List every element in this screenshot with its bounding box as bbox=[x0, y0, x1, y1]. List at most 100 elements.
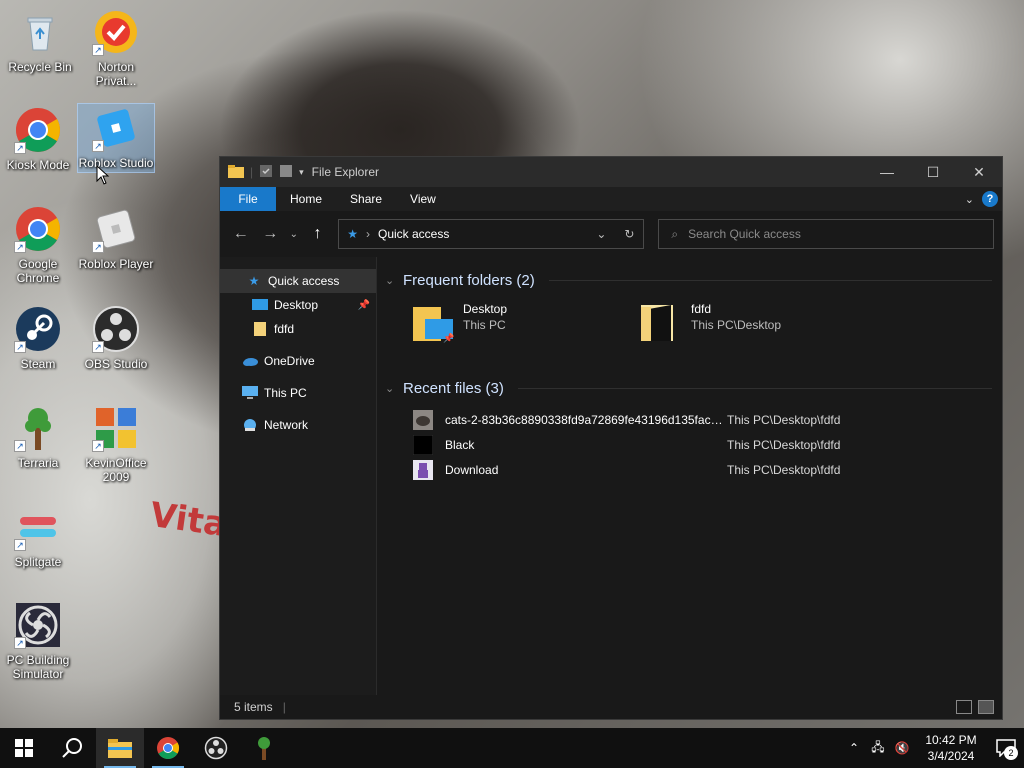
pin-icon: 📌 bbox=[357, 299, 370, 311]
recent-locations-icon[interactable]: ⌄ bbox=[287, 221, 301, 247]
fan-icon: ↗ bbox=[14, 601, 62, 649]
shortcut-arrow-icon: ↗ bbox=[14, 142, 26, 154]
shortcut-arrow-icon: ↗ bbox=[14, 440, 26, 452]
recent-files-header[interactable]: ⌄ Recent files (3) bbox=[385, 373, 1002, 403]
desktop-icon-label: Kiosk Mode bbox=[6, 158, 70, 172]
folder-icon bbox=[641, 301, 681, 345]
back-button[interactable]: ← bbox=[228, 221, 254, 247]
breadcrumb-quick-access[interactable]: Quick access bbox=[378, 227, 449, 241]
search-placeholder: Search Quick access bbox=[688, 227, 801, 241]
qat-dropdown-icon[interactable]: ▾ bbox=[299, 167, 304, 178]
group-title: Frequent folders (2) bbox=[403, 271, 535, 289]
desktop-icon-roblox-player[interactable]: ↗ Roblox Player bbox=[78, 205, 154, 271]
up-button[interactable]: ↑ bbox=[305, 221, 331, 247]
desktop-icon-recycle-bin[interactable]: Recycle Bin bbox=[2, 8, 78, 74]
nav-network[interactable]: Network bbox=[220, 413, 376, 437]
cat-image-thumbnail-icon bbox=[413, 409, 433, 430]
recent-file-row[interactable]: Download This PC\Desktop\fdfd bbox=[413, 457, 1002, 482]
nav-fdfd[interactable]: fdfd bbox=[220, 317, 376, 341]
roblox-player-icon: ↗ bbox=[92, 205, 140, 253]
taskbar-file-explorer[interactable] bbox=[96, 728, 144, 768]
notification-count-badge: 2 bbox=[1004, 746, 1018, 760]
recent-file-row[interactable]: cats-2-83b36c8890338fd9a72869fe43196d135… bbox=[413, 407, 1002, 432]
star-icon: ★ bbox=[248, 274, 260, 288]
shortcut-arrow-icon: ↗ bbox=[92, 440, 104, 452]
system-tray: ⌃ 🖧 🔇 10:42 PM 3/4/2024 2 bbox=[842, 728, 1024, 768]
help-icon[interactable]: ? bbox=[982, 191, 998, 207]
nav-onedrive[interactable]: OneDrive bbox=[220, 349, 376, 373]
desktop-icon-obs-studio[interactable]: ↗ OBS Studio bbox=[78, 305, 154, 371]
address-dropdown-icon[interactable]: ⌄ bbox=[587, 227, 615, 241]
desktop-folder-icon: 📌 bbox=[413, 301, 455, 345]
shortcut-arrow-icon: ↗ bbox=[92, 341, 104, 353]
desktop-icon-roblox-studio[interactable]: ↗ Roblox Studio bbox=[77, 103, 155, 173]
frequent-folders-header[interactable]: ⌄ Frequent folders (2) bbox=[385, 265, 1002, 295]
search-input[interactable]: ⌕ Search Quick access bbox=[658, 219, 995, 249]
recent-file-row[interactable]: Black This PC\Desktop\fdfd bbox=[412, 432, 1002, 457]
status-bar: 5 items | bbox=[220, 695, 1002, 719]
search-button[interactable] bbox=[48, 728, 96, 768]
show-hidden-icons-icon[interactable]: ⌃ bbox=[842, 741, 866, 755]
network-icon bbox=[242, 418, 258, 432]
folder-location: This PC bbox=[463, 318, 506, 332]
tab-share[interactable]: Share bbox=[336, 187, 396, 211]
desktop-icon-kiosk-mode[interactable]: ↗ Kiosk Mode bbox=[0, 106, 76, 172]
properties-icon[interactable] bbox=[259, 164, 273, 181]
desktop-folder-icon bbox=[252, 298, 268, 312]
nav-desktop[interactable]: Desktop 📌 bbox=[220, 293, 376, 317]
address-bar[interactable]: ★ › Quick access ⌄ ↻ bbox=[338, 219, 645, 249]
tab-view[interactable]: View bbox=[396, 187, 450, 211]
mouse-cursor-icon bbox=[96, 165, 110, 185]
desktop-icon-label: PC Building Simulator bbox=[6, 653, 70, 681]
download-image-thumbnail-icon bbox=[413, 459, 433, 480]
start-button[interactable] bbox=[0, 728, 48, 768]
recent-file-path: This PC\Desktop\fdfd bbox=[727, 412, 841, 427]
shortcut-arrow-icon: ↗ bbox=[92, 140, 104, 152]
recent-file-path: This PC\Desktop\fdfd bbox=[727, 462, 841, 477]
tab-home[interactable]: Home bbox=[276, 187, 336, 211]
maximize-button[interactable]: ☐ bbox=[910, 157, 956, 187]
volume-muted-icon[interactable]: 🔇 bbox=[890, 741, 914, 755]
close-button[interactable]: ✕ bbox=[956, 157, 1002, 187]
computer-icon bbox=[242, 386, 258, 400]
chrome-icon bbox=[157, 737, 179, 759]
desktop-icon-label: Splitgate bbox=[14, 555, 62, 569]
folder-location: This PC\Desktop bbox=[691, 318, 782, 332]
desktop-icon-steam[interactable]: ↗ Steam bbox=[0, 305, 76, 371]
terraria-tree-icon bbox=[258, 737, 270, 760]
shortcut-arrow-icon: ↗ bbox=[14, 341, 26, 353]
desktop-icon-norton[interactable]: ↗ Norton Privat... bbox=[78, 8, 154, 88]
large-icons-view-button[interactable] bbox=[978, 700, 994, 714]
frequent-folder-desktop[interactable]: 📌 Desktop This PC bbox=[413, 301, 641, 345]
details-view-button[interactable] bbox=[956, 700, 972, 714]
taskbar-obs[interactable] bbox=[192, 728, 240, 768]
desktop-icon-kevinoffice[interactable]: ↗ KevinOffice 2009 bbox=[78, 404, 154, 484]
desktop-icon-label: OBS Studio bbox=[84, 357, 148, 371]
desktop-icon-terraria[interactable]: ↗ Terraria bbox=[0, 404, 76, 470]
taskbar-terraria[interactable] bbox=[240, 728, 288, 768]
new-folder-icon[interactable] bbox=[279, 164, 293, 181]
pin-icon: 📌 bbox=[443, 333, 455, 343]
navigation-pane: ★ Quick access Desktop 📌 fdfd OneDrive T… bbox=[220, 257, 377, 695]
desktop-icon-pc-building-simulator[interactable]: ↗ PC Building Simulator bbox=[0, 601, 76, 681]
nav-quick-access[interactable]: ★ Quick access bbox=[220, 269, 376, 293]
group-divider bbox=[517, 387, 992, 389]
desktop-icon-google-chrome[interactable]: ↗ Google Chrome bbox=[0, 205, 76, 285]
tab-file[interactable]: File bbox=[220, 187, 276, 211]
minimize-button[interactable]: — bbox=[864, 157, 910, 187]
taskbar-chrome[interactable] bbox=[144, 728, 192, 768]
refresh-icon[interactable]: ↻ bbox=[615, 227, 643, 241]
network-status-icon[interactable]: 🖧 bbox=[866, 738, 890, 759]
search-icon: ⌕ bbox=[671, 226, 679, 241]
forward-button[interactable]: → bbox=[258, 221, 284, 247]
windows-logo-icon bbox=[15, 739, 33, 757]
desktop-icon-splitgate[interactable]: ↗ Splitgate bbox=[0, 503, 76, 569]
nav-label: Quick access bbox=[268, 274, 340, 288]
frequent-folder-fdfd[interactable]: fdfd This PC\Desktop bbox=[641, 301, 869, 345]
search-icon bbox=[62, 738, 82, 758]
action-center-button[interactable]: 2 bbox=[988, 728, 1024, 768]
title-bar[interactable]: | ▾ File Explorer — ☐ ✕ bbox=[220, 157, 1002, 187]
expand-ribbon-icon[interactable]: ⌄ bbox=[965, 193, 974, 206]
clock[interactable]: 10:42 PM 3/4/2024 bbox=[920, 732, 982, 764]
nav-this-pc[interactable]: This PC bbox=[220, 381, 376, 405]
